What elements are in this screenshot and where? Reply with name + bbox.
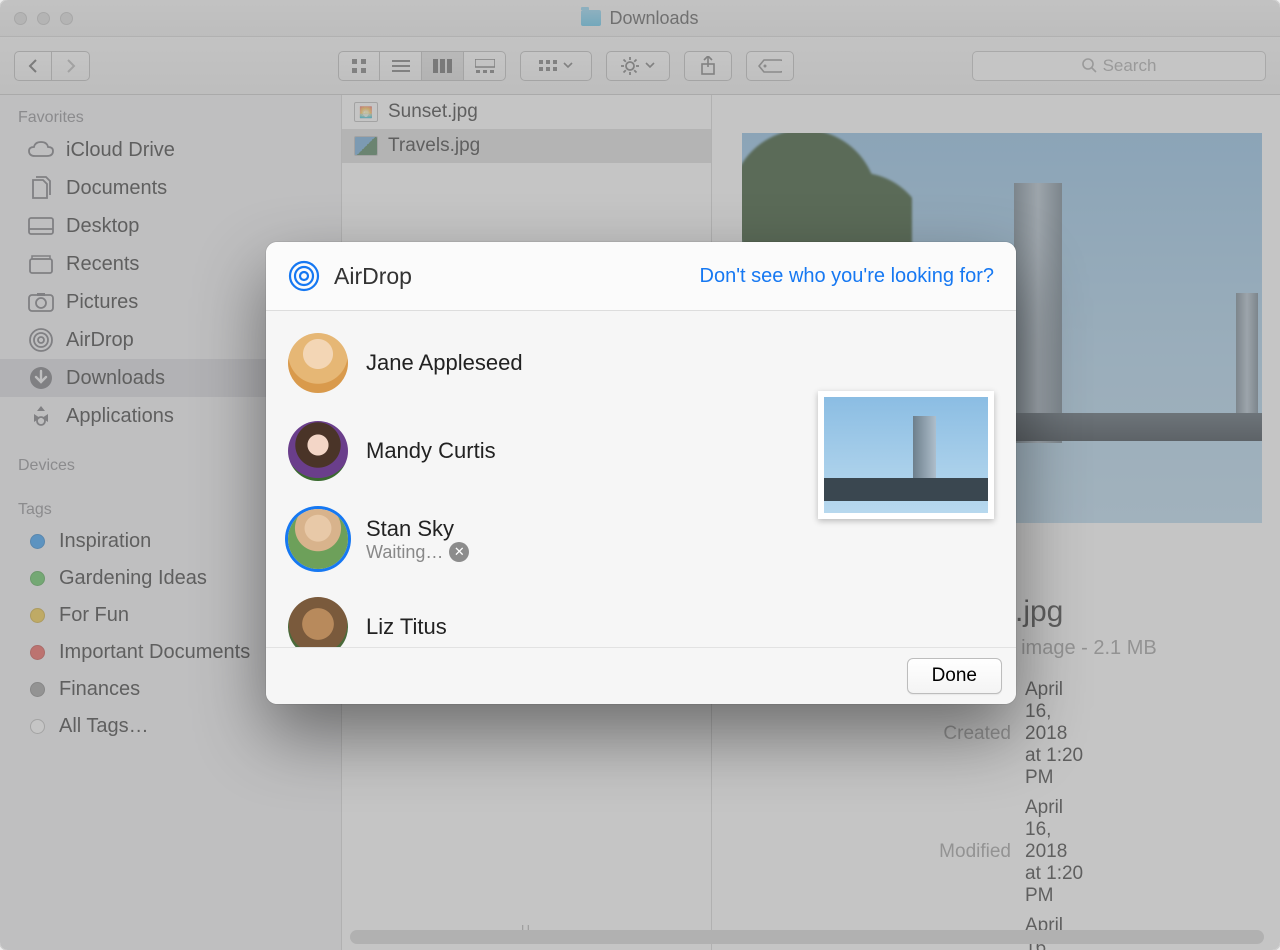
airdrop-file-preview bbox=[818, 391, 994, 519]
airdrop-icon bbox=[288, 260, 320, 292]
cancel-send-button[interactable]: ✕ bbox=[449, 542, 469, 562]
finder-window: Downloads bbox=[0, 0, 1280, 950]
avatar bbox=[288, 597, 348, 647]
contact-name: Mandy Curtis bbox=[366, 438, 496, 464]
avatar bbox=[288, 333, 348, 393]
contact-name: Stan Sky bbox=[366, 516, 469, 542]
airdrop-contact[interactable]: Jane Appleseed bbox=[282, 319, 702, 407]
contact-name: Jane Appleseed bbox=[366, 350, 523, 376]
airdrop-footer: Done bbox=[266, 647, 1016, 704]
airdrop-help-link[interactable]: Don't see who you're looking for? bbox=[700, 265, 994, 288]
avatar bbox=[288, 421, 348, 481]
airdrop-title: AirDrop bbox=[334, 263, 412, 290]
airdrop-contact[interactable]: Liz Titus bbox=[282, 583, 702, 647]
airdrop-sheet: AirDrop Don't see who you're looking for… bbox=[266, 242, 1016, 704]
done-button[interactable]: Done bbox=[907, 658, 1002, 694]
contact-status: Waiting… bbox=[366, 542, 443, 563]
airdrop-body: Jane Appleseed Mandy Curtis Stan Sky Wai… bbox=[266, 311, 1016, 647]
contact-name: Liz Titus bbox=[366, 614, 447, 640]
avatar bbox=[288, 509, 348, 569]
airdrop-header: AirDrop Don't see who you're looking for… bbox=[266, 242, 1016, 311]
airdrop-contacts-list: Jane Appleseed Mandy Curtis Stan Sky Wai… bbox=[282, 319, 702, 647]
airdrop-contact[interactable]: Stan Sky Waiting… ✕ bbox=[282, 495, 702, 583]
airdrop-contact[interactable]: Mandy Curtis bbox=[282, 407, 702, 495]
